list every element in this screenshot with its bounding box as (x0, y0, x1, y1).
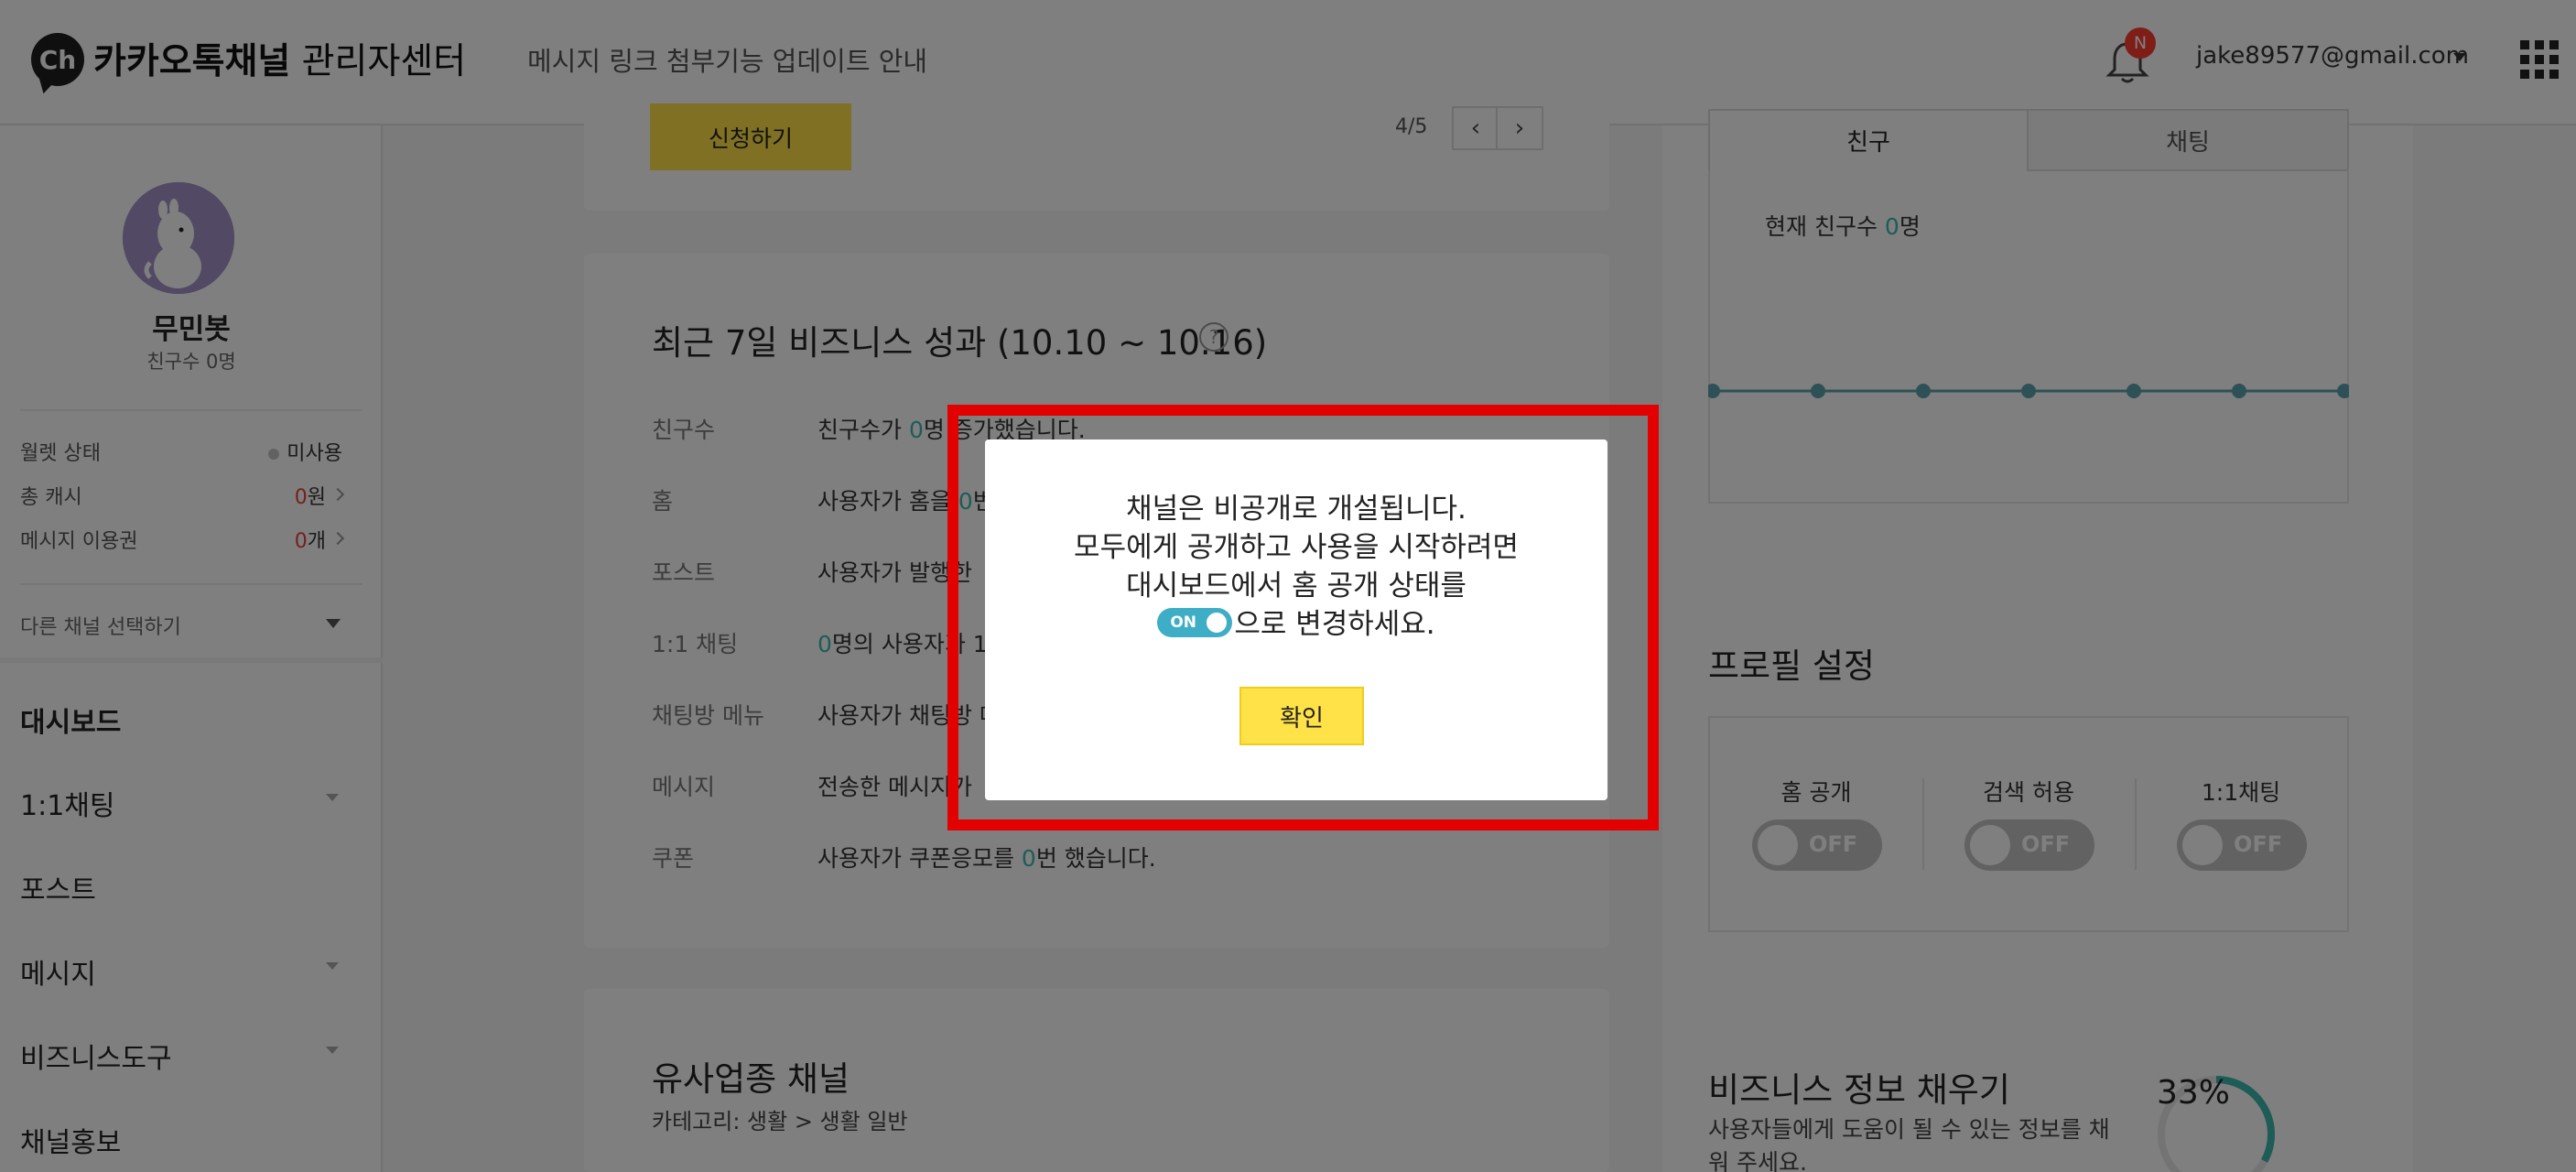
modal-text-line: 채널은 비공개로 개설됩니다. (1126, 493, 1467, 526)
modal-text-line: 대시보드에서 홈 공개 상태를 (1126, 570, 1467, 602)
on-toggle-icon: ON (1157, 608, 1233, 637)
toggle-knob (1207, 613, 1228, 633)
modal-line-suffix: 으로 변경하세요. (1234, 608, 1435, 641)
on-toggle-text: ON (1170, 613, 1196, 632)
notice-modal: 채널은 비공개로 개설됩니다. 모두에게 공개하고 사용을 시작하려면 대시보드… (985, 440, 1607, 800)
modal-text-line: 모두에게 공개하고 사용을 시작하려면 (1074, 531, 1519, 564)
confirm-button[interactable]: 확인 (1239, 687, 1364, 745)
modal-text-line: ON 으로 변경하세요. (985, 601, 1607, 642)
